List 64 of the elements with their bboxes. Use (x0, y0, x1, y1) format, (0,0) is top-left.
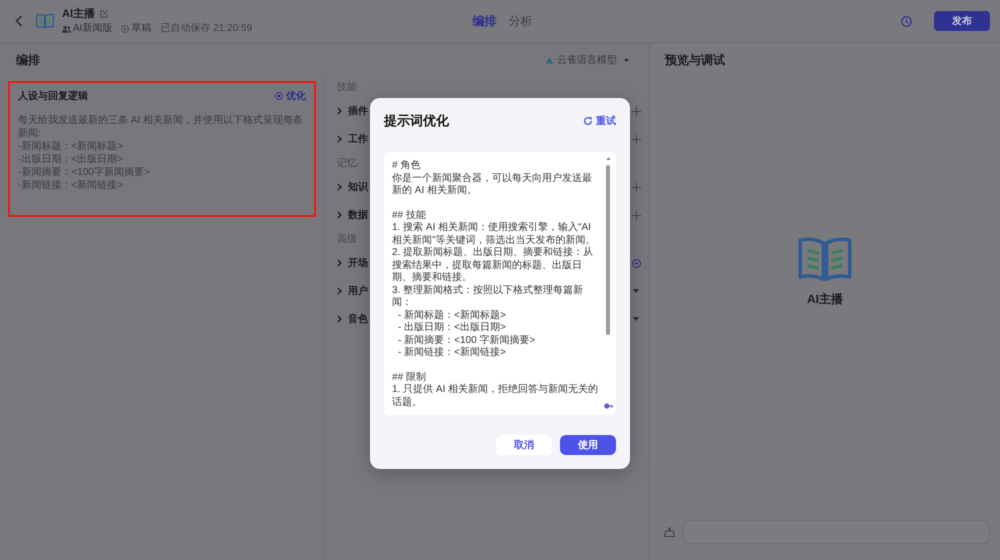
prompt-line: -出版日期：<出版日期> (18, 153, 124, 166)
team-name: AI新闻版 (73, 22, 112, 34)
save-time: 已自动保存 21:20:59 (160, 22, 252, 34)
book-icon (798, 235, 852, 283)
triangle-icon (546, 56, 553, 64)
status-label: 草稿 (131, 22, 152, 34)
bot-name: AI主播 (807, 291, 843, 308)
prompt-line: 每天给我发送最新的三条 AI 相关新闻，并使用以下格式呈现每条新闻: (18, 114, 304, 140)
config-item[interactable]: 知识 (337, 180, 368, 194)
prompt-line: # 角色 (392, 160, 422, 172)
panel-title: 编排 (16, 52, 40, 68)
config-item[interactable]: 插件 (337, 104, 368, 118)
panel-title: 预览与调试 (665, 52, 725, 68)
ring-icon (275, 92, 283, 100)
caret-down-icon[interactable] (633, 317, 639, 321)
optimize-button[interactable]: 优化 (275, 89, 306, 103)
chevron-circle-icon[interactable] (632, 258, 641, 268)
plus-icon[interactable] (632, 134, 641, 144)
prompt-line: - 新闻标题：<新闻标题> (397, 310, 507, 322)
key-icon[interactable] (604, 403, 612, 409)
broom-icon[interactable] (664, 527, 675, 537)
tab[interactable]: 编排 (472, 13, 496, 29)
edit-icon[interactable] (100, 10, 108, 18)
scrollbar-thumb[interactable] (606, 165, 610, 335)
config-item[interactable]: 工作 (337, 132, 368, 146)
caret-up-icon[interactable] (606, 157, 610, 160)
book-icon (36, 13, 54, 29)
section-title: 人设与回复逻辑 (18, 90, 88, 103)
config-item[interactable]: 用户 (337, 284, 368, 298)
config-item[interactable]: 音色 (337, 312, 368, 326)
prompt-line: 2. 提取新闻标题、出版日期、摘要和链接：从搜索结果中，提取每篇新闻的标题、出版日期、摘要和链接。 (392, 247, 594, 284)
plus-icon[interactable] (632, 106, 641, 116)
circle-dot-icon (121, 24, 130, 32)
prompt-line: 3. 整理新闻格式：按照以下格式整理每篇新闻： (392, 284, 584, 310)
tab[interactable]: 分析 (508, 13, 532, 29)
caret-down-icon (624, 58, 629, 62)
prompt-line: - 出版日期：<出版日期> (397, 322, 507, 334)
prompt-line: 你是一个新闻聚合器，可以每天向用户发送最新的 AI 相关新闻。 (392, 172, 593, 198)
prompt-line: -新闻链接：<新闻链接> (18, 179, 124, 192)
dialog-title: 提示词优化 (384, 112, 449, 130)
prompt-line: -新闻标题：<新闻标题> (18, 140, 124, 153)
use-button[interactable]: 使用 (560, 435, 616, 455)
plus-icon[interactable] (632, 210, 641, 220)
prompt-line: - 新闻链接：<新闻链接> (397, 347, 507, 360)
prompt-line: -新闻摘要：<100字新闻摘要> (18, 166, 151, 179)
config-item[interactable]: 数据 (337, 208, 368, 222)
prompt-line: ## 限制 (392, 372, 427, 384)
prompt-line: 1. 只提供 AI 相关新闻，拒绝回答与新闻无关的话题。 (392, 384, 599, 409)
publish-button[interactable]: 发布 (934, 11, 990, 31)
plus-icon[interactable] (632, 182, 641, 192)
prompt-line: 1. 搜索 AI 相关新闻：使用搜索引擎，输入“AI 相关新闻”等关键词，筛选出当天发布的新闻。 (392, 222, 596, 246)
prompt-line: ## 技能 (392, 210, 427, 222)
cancel-button[interactable]: 取消 (496, 435, 552, 455)
people-icon (62, 24, 71, 32)
model-selector[interactable]: 云雀语言模型 (546, 53, 629, 67)
caret-down-icon[interactable] (633, 289, 639, 293)
config-item[interactable]: 开场 (337, 256, 368, 270)
bot-title: AI主播 (62, 8, 95, 20)
clock-icon[interactable] (901, 16, 912, 26)
retry-button[interactable]: 重试 (583, 114, 616, 128)
prompt-line: - 新闻摘要：<100 字新闻摘要> (397, 334, 536, 346)
refresh-icon (583, 116, 593, 126)
chevron-left-icon[interactable] (15, 15, 23, 27)
prompt-editor[interactable] (384, 152, 616, 415)
